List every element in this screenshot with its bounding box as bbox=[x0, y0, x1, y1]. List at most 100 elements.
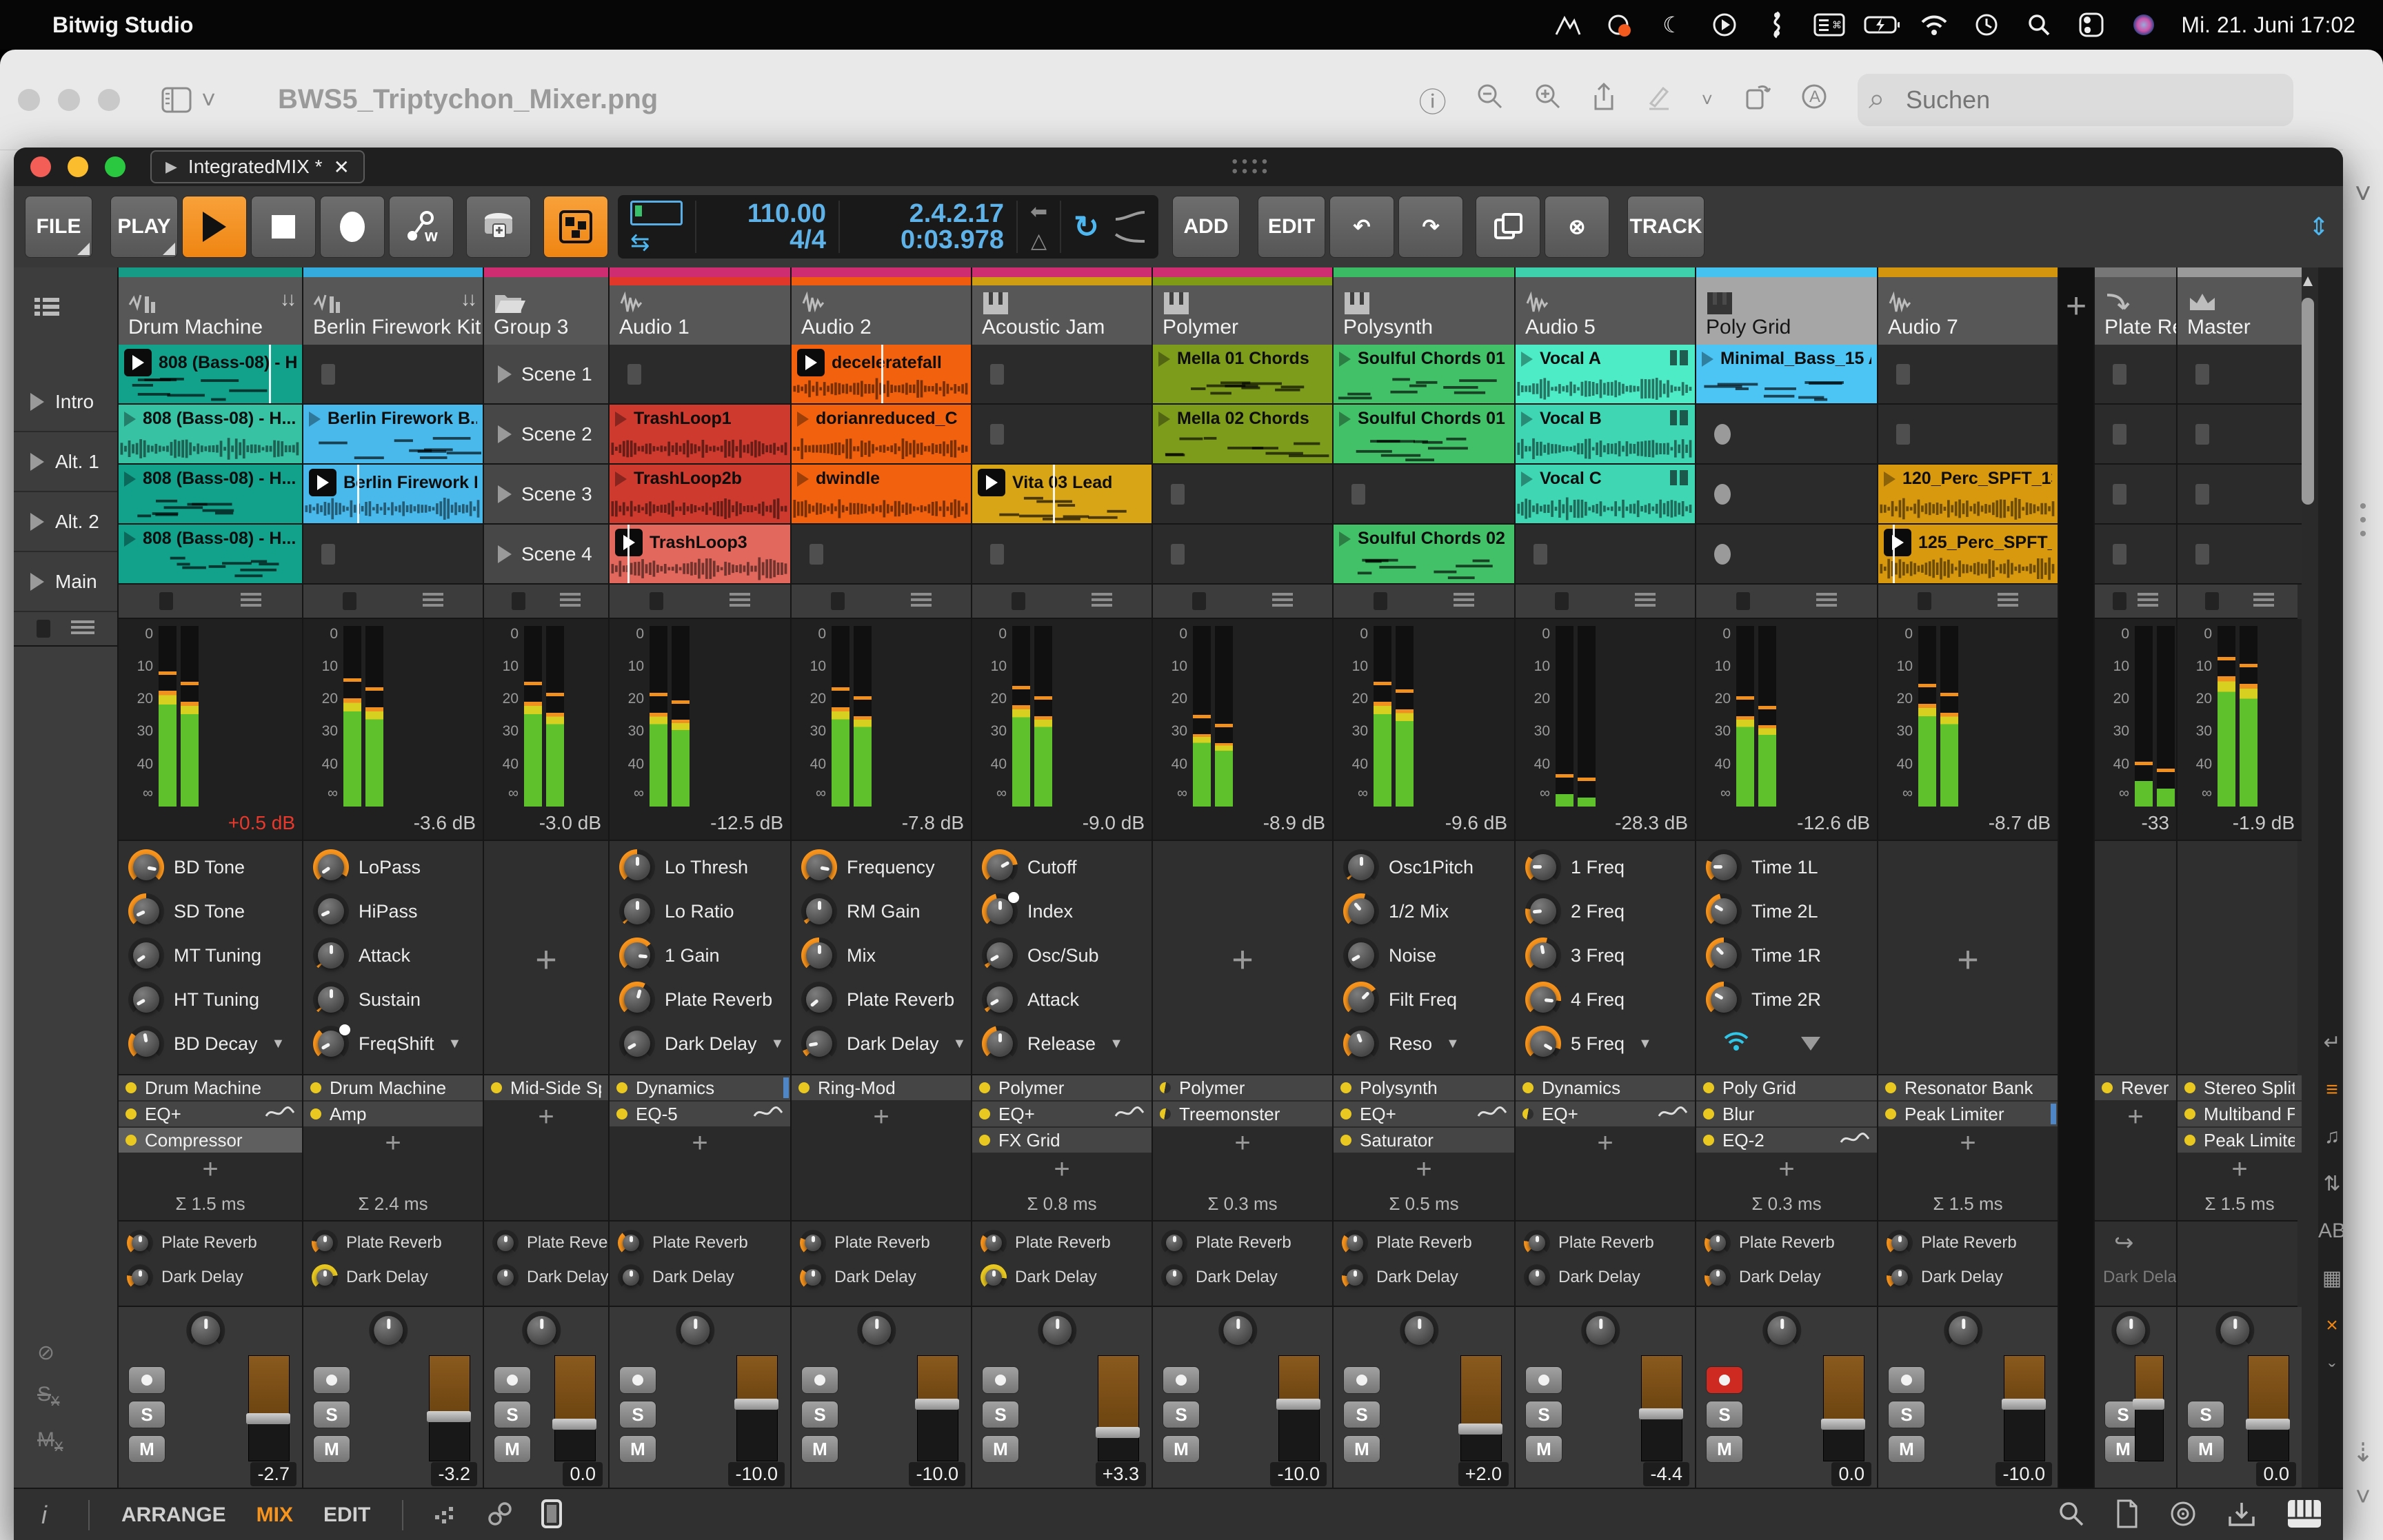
volume-fader[interactable] bbox=[1276, 1355, 1320, 1461]
send-knob-dark-delay[interactable] bbox=[981, 1264, 1007, 1290]
volume-fader[interactable] bbox=[2246, 1355, 2290, 1461]
volume-fader[interactable] bbox=[734, 1355, 778, 1461]
rotate-icon[interactable] bbox=[1742, 82, 1771, 118]
send-knob-dark-delay[interactable] bbox=[312, 1264, 338, 1290]
clip-808-bass-08-h-[interactable]: 808 (Bass-08) - H... bbox=[119, 405, 302, 465]
device-peak-limiter[interactable]: Peak Limiter bbox=[2178, 1128, 2302, 1153]
send-dark-delay[interactable]: Dark Delay bbox=[303, 1260, 483, 1295]
solo-button[interactable]: S bbox=[801, 1401, 838, 1428]
device-treemonster[interactable]: Treemonster bbox=[1153, 1102, 1332, 1126]
volume-fader[interactable] bbox=[2002, 1355, 2046, 1461]
pan-knob[interactable] bbox=[1581, 1311, 1620, 1350]
send-plate-reverb[interactable]: Plate Reverb bbox=[792, 1226, 971, 1260]
device-enabled-dot[interactable] bbox=[979, 1135, 990, 1146]
clip-slot-empty[interactable] bbox=[2178, 405, 2302, 465]
clip-lines-icon[interactable] bbox=[2253, 592, 2275, 611]
device-enabled-dot[interactable] bbox=[491, 1082, 502, 1093]
mute-button[interactable]: M bbox=[313, 1435, 350, 1463]
scene-list-menu[interactable] bbox=[14, 267, 117, 372]
volume-fader[interactable] bbox=[1821, 1355, 1865, 1461]
device-eq-[interactable]: EQ+ bbox=[1516, 1102, 1695, 1126]
send-knob-dark-delay[interactable] bbox=[1161, 1264, 1187, 1290]
device-enabled-dot[interactable] bbox=[125, 1108, 137, 1119]
pan-knob[interactable] bbox=[2215, 1311, 2255, 1350]
macro-knob-attack[interactable] bbox=[313, 938, 349, 973]
device-enabled-dot[interactable] bbox=[2184, 1108, 2195, 1119]
add-device-button[interactable]: + bbox=[1696, 1154, 1877, 1184]
scene-row-intro[interactable]: Intro bbox=[14, 372, 117, 432]
pan-knob[interactable] bbox=[1944, 1311, 1983, 1350]
send-plate-reverb[interactable]: Plate Reverb bbox=[1696, 1226, 1877, 1260]
clip-soulful-chords-01-a[interactable]: Soulful Chords 01 A bbox=[1334, 345, 1514, 405]
device-eq-[interactable]: EQ+ bbox=[972, 1102, 1152, 1126]
song-time-value[interactable]: 0:03.978 bbox=[852, 227, 1004, 253]
device-peak-limiter[interactable]: Peak Limiter bbox=[1878, 1102, 2058, 1126]
mute-button[interactable]: M bbox=[1343, 1435, 1380, 1463]
stop-clips-button[interactable] bbox=[1192, 592, 1207, 610]
track-header-audio-1[interactable]: Audio 1 bbox=[610, 267, 790, 345]
panel-grip-dots[interactable]: •••• •••• bbox=[1232, 154, 1272, 180]
clip-launcher-overdub-button[interactable] bbox=[466, 196, 531, 258]
volume-fader[interactable] bbox=[427, 1355, 471, 1461]
mountain-icon[interactable] bbox=[1549, 10, 1585, 40]
link-icon[interactable] bbox=[486, 1500, 514, 1531]
clip-soulful-chords-01-b[interactable]: Soulful Chords 01 B bbox=[1334, 405, 1514, 465]
add-device-button[interactable]: + bbox=[119, 1154, 302, 1184]
groove-button[interactable] bbox=[543, 196, 608, 258]
clip-lines-icon[interactable] bbox=[1454, 592, 1475, 611]
clip-slot-empty[interactable] bbox=[972, 345, 1152, 405]
scene-play-icon[interactable] bbox=[30, 572, 44, 591]
track-button[interactable]: TRACK bbox=[1627, 196, 1705, 258]
send-knob-plate-reverb[interactable] bbox=[618, 1230, 644, 1256]
solo-button[interactable]: S bbox=[1343, 1401, 1380, 1428]
send-dark-delay[interactable]: Dark Delay bbox=[119, 1260, 302, 1295]
send-plate-reverb[interactable]: Plate Reverb bbox=[610, 1226, 790, 1260]
device-fx-grid[interactable]: FX Grid bbox=[972, 1128, 1152, 1153]
record-arm-button[interactable] bbox=[1525, 1366, 1562, 1394]
inbox-icon[interactable] bbox=[2227, 1500, 2256, 1531]
info-icon[interactable]: ⓘ bbox=[1419, 80, 1447, 120]
preview-zoom-button[interactable] bbox=[98, 88, 120, 111]
send-dark-delay[interactable]: Dark Delay bbox=[792, 1260, 971, 1295]
mute-button[interactable]: M bbox=[801, 1435, 838, 1463]
send-plate-reverb[interactable]: Plate Reverb bbox=[303, 1226, 483, 1260]
duplicate-button[interactable] bbox=[1476, 196, 1541, 258]
send-knob-dark-delay[interactable] bbox=[1705, 1264, 1731, 1290]
preview-minimize-button[interactable] bbox=[58, 88, 80, 111]
scrollbar-thumb[interactable] bbox=[2302, 298, 2314, 505]
macro-knob-sustain[interactable] bbox=[313, 982, 349, 1017]
clip-slot-empty[interactable] bbox=[1696, 525, 1877, 585]
transport-play-button[interactable] bbox=[182, 196, 247, 258]
volume-fader[interactable] bbox=[1458, 1355, 1502, 1461]
macro-knob-5-freq[interactable] bbox=[1525, 1026, 1561, 1062]
macro-knob-bd-tone[interactable] bbox=[128, 849, 164, 885]
stop-clips-button[interactable] bbox=[159, 592, 173, 610]
device-enabled-dot[interactable] bbox=[310, 1082, 321, 1093]
clip-slot-empty[interactable] bbox=[1696, 465, 1877, 525]
tempo-value[interactable]: 110.00 bbox=[709, 201, 826, 227]
time-machine-icon[interactable] bbox=[1969, 10, 2004, 40]
macro-knob-freqshift[interactable] bbox=[313, 1024, 350, 1062]
pan-knob[interactable] bbox=[2111, 1311, 2151, 1350]
track-header-polysynth[interactable]: Polysynth bbox=[1334, 267, 1514, 345]
remote-menu-icon[interactable] bbox=[1801, 1037, 1820, 1051]
add-device-button[interactable]: + bbox=[1516, 1128, 1695, 1158]
preview-bottom-icons[interactable]: ⇣ ˅ bbox=[2343, 1431, 2383, 1519]
play-menu-button[interactable]: PLAY bbox=[110, 196, 178, 258]
rail-icon-2[interactable]: ♫ bbox=[2324, 1125, 2340, 1148]
stop-clips-button[interactable] bbox=[1555, 592, 1569, 610]
rail-icon-3[interactable]: ⇅ bbox=[2323, 1172, 2340, 1196]
clip-808-bass-08-h-[interactable]: 808 (Bass-08) - H... bbox=[119, 465, 302, 525]
clip-lines-icon[interactable] bbox=[1271, 592, 1293, 611]
send-knob-plate-reverb[interactable] bbox=[127, 1230, 153, 1256]
track-header-audio-5[interactable]: Audio 5 bbox=[1516, 267, 1695, 345]
solo-button[interactable]: S bbox=[1888, 1401, 1925, 1428]
macro-knob-1-gain[interactable] bbox=[619, 938, 655, 973]
fader-handle[interactable] bbox=[1639, 1408, 1683, 1419]
fader-handle[interactable] bbox=[1276, 1398, 1320, 1410]
tab-close-icon[interactable]: ✕ bbox=[333, 156, 349, 179]
solo-button[interactable]: S bbox=[494, 1401, 531, 1428]
macro-knob-mix[interactable] bbox=[801, 938, 837, 973]
add-device-button[interactable]: + bbox=[792, 1102, 971, 1132]
clip-slot-empty[interactable] bbox=[2095, 345, 2176, 405]
